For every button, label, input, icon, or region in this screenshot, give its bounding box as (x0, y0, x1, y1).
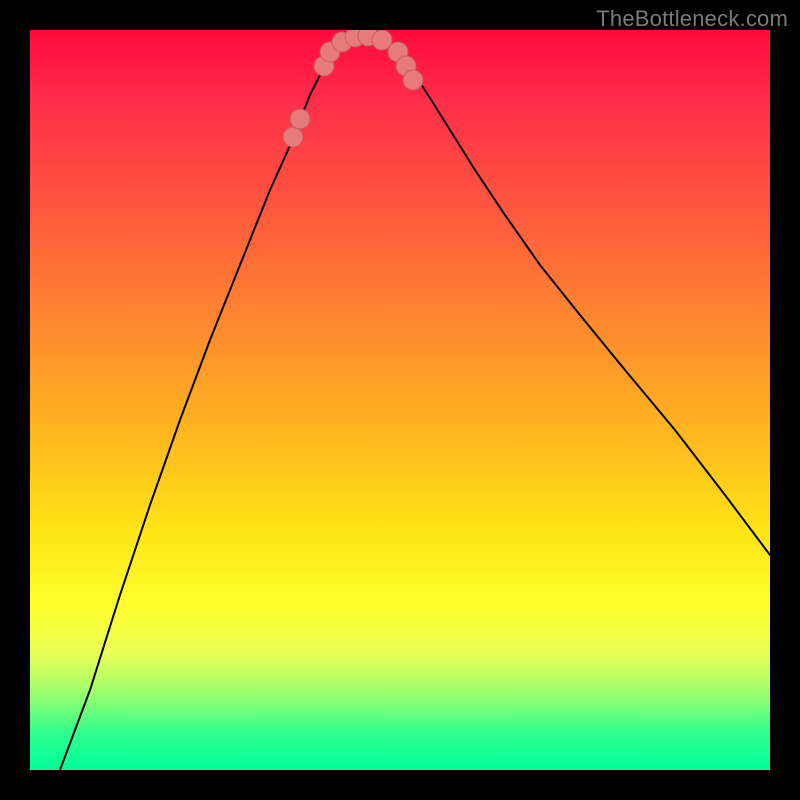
chart-frame: TheBottleneck.com (0, 0, 800, 800)
marker-dot (403, 70, 423, 90)
series-left-curve (60, 38, 350, 770)
valley-dots (283, 30, 423, 147)
series-right-curve (380, 38, 770, 555)
plot-area (30, 30, 770, 770)
marker-dot (290, 109, 310, 129)
chart-svg (30, 30, 770, 770)
watermark-text: TheBottleneck.com (596, 6, 788, 32)
marker-dot (283, 127, 303, 147)
